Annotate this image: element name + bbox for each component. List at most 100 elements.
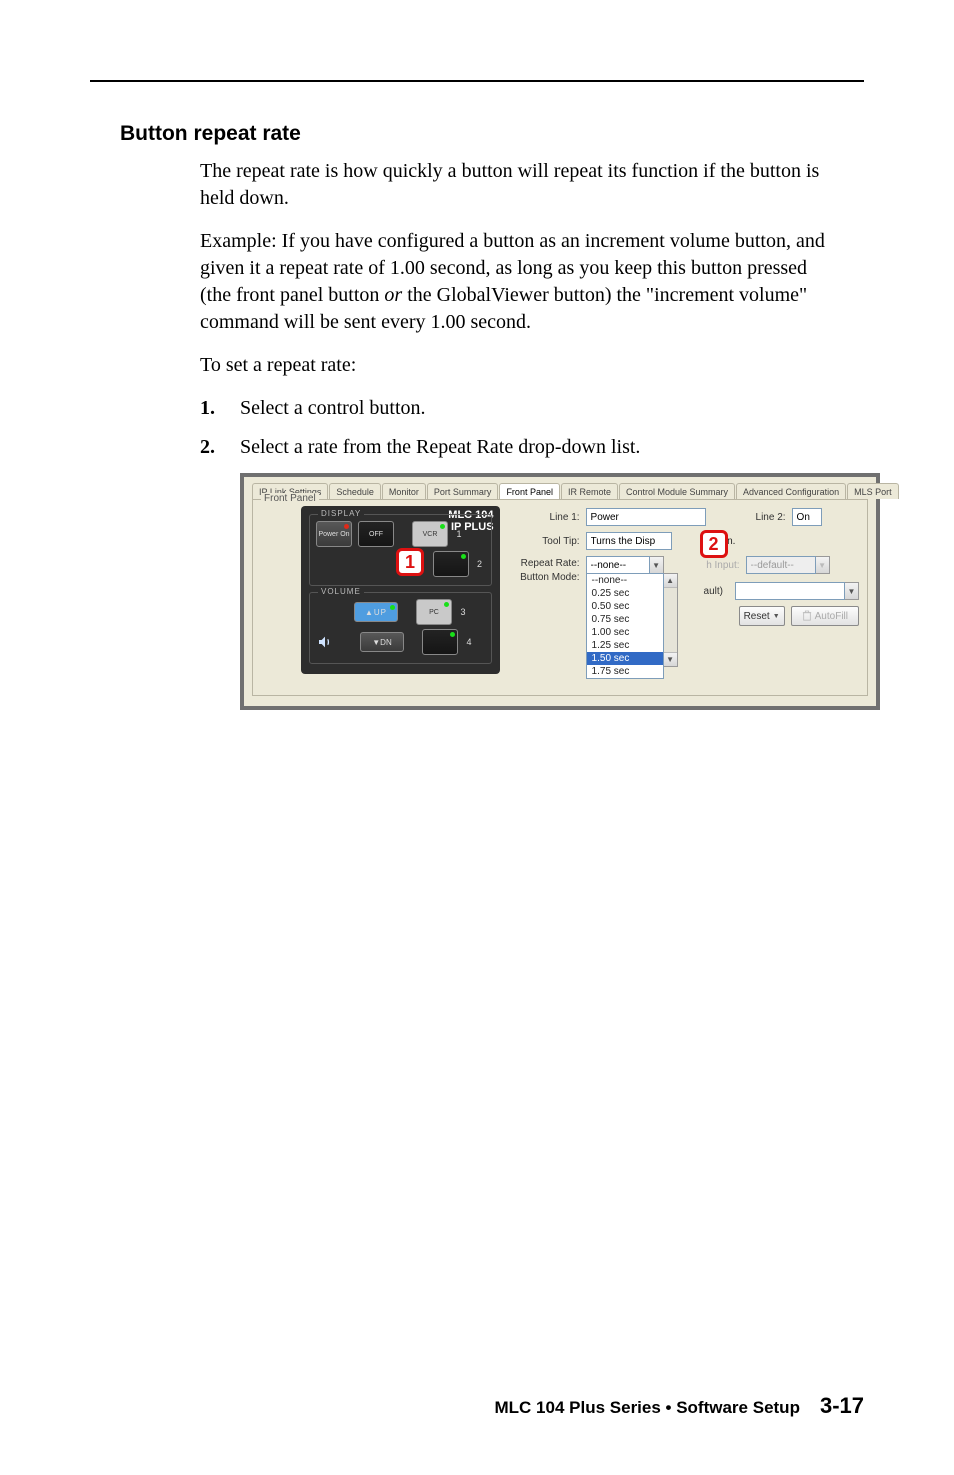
list-item[interactable]: 1.00 sec: [587, 626, 663, 639]
scroll-down-icon[interactable]: ▼: [664, 652, 677, 666]
autofill-label: AutoFill: [815, 611, 848, 622]
tab-ctrlmodsummary[interactable]: Control Module Summary: [619, 483, 735, 499]
step-1: 1. Select a control button.: [200, 395, 834, 422]
led-icon: [461, 554, 466, 559]
row-reset-autofill: Reset ▼ AutoFill: [702, 606, 859, 626]
repeatrate-combo[interactable]: ▼: [586, 556, 664, 574]
groupbox-label: Front Panel: [261, 493, 319, 504]
ault-input[interactable]: [735, 582, 845, 600]
tab-schedule[interactable]: Schedule: [329, 483, 381, 499]
pc-label: PC: [429, 609, 439, 616]
tab-irremote[interactable]: IR Remote: [561, 483, 618, 499]
front-panel-groupbox: Front Panel MLC 104 IP PLUS DISPLAY Powe…: [252, 499, 868, 696]
off-label: OFF: [369, 531, 383, 538]
repeatrate-label: Repeat Rate:: [512, 556, 580, 569]
chevron-down-icon: ▼: [816, 556, 830, 574]
scroll-up-icon[interactable]: ▲: [664, 574, 677, 588]
list-item[interactable]: 0.50 sec: [587, 600, 663, 613]
paragraph-repeat-definition: The repeat rate is how quickly a button …: [200, 158, 834, 212]
index-1: 1: [454, 529, 464, 539]
reset-button[interactable]: Reset ▼: [739, 606, 785, 626]
footer-page-number: 3-17: [820, 1393, 864, 1419]
section-heading: Button repeat rate: [120, 122, 864, 146]
footer-text: MLC 104 Plus Series • Software Setup: [495, 1398, 800, 1418]
tab-mlsport[interactable]: MLS Port: [847, 483, 899, 499]
repeatrate-display[interactable]: [586, 556, 650, 574]
volume-label: VOLUME: [318, 587, 364, 596]
callout-2: 2: [700, 530, 728, 558]
paragraph-intro-steps: To set a repeat rate:: [200, 352, 834, 379]
list-item[interactable]: 1.75 sec: [587, 665, 663, 678]
mlc-device: MLC 104 IP PLUS DISPLAY Power On OFF VCR…: [301, 506, 500, 674]
display-label: DISPLAY: [318, 509, 364, 518]
tab-frontpanel[interactable]: Front Panel: [499, 483, 560, 499]
callout-1: 1: [396, 548, 424, 576]
row-ault: ault) ▼: [702, 582, 859, 600]
list-item-selected[interactable]: 1.50 sec: [587, 652, 663, 665]
ault-combo[interactable]: ▼: [735, 582, 859, 600]
repeatrate-listbox[interactable]: --none-- 0.25 sec 0.50 sec 0.75 sec 1.00…: [586, 573, 664, 679]
off-button[interactable]: OFF: [358, 521, 394, 547]
figure-wrapper: IP Link Settings Schedule Monitor Port S…: [240, 473, 864, 710]
front-panel-figure: IP Link Settings Schedule Monitor Port S…: [240, 473, 880, 710]
volume-row2: ▼ DN 4: [316, 629, 485, 655]
ault-text: ault): [704, 586, 723, 597]
step-text: Select a control button.: [240, 395, 834, 422]
page: Button repeat rate The repeat rate is ho…: [0, 0, 954, 1475]
tab-monitor[interactable]: Monitor: [382, 483, 426, 499]
chevron-down-icon[interactable]: ▼: [650, 556, 664, 574]
vcr-label: VCR: [423, 531, 438, 538]
led-icon: [444, 602, 449, 607]
step-2: 2. Select a rate from the Repeat Rate dr…: [200, 434, 834, 461]
list-item[interactable]: 0.25 sec: [587, 587, 663, 600]
voldn-label: DN: [380, 638, 392, 647]
volup-label: UP: [374, 608, 387, 617]
volume-down-button[interactable]: ▼ DN: [360, 632, 404, 652]
row-tooltip: Tool Tip: on.: [512, 532, 859, 550]
index-3: 3: [458, 607, 468, 617]
chevron-down-icon[interactable]: ▼: [845, 582, 859, 600]
row-switchinput: h Input: ▼: [702, 556, 859, 574]
list-item[interactable]: 1.25 sec: [587, 639, 663, 652]
input-4-button[interactable]: [422, 629, 458, 655]
line2-input[interactable]: [792, 508, 822, 526]
tooltip-input-left[interactable]: [586, 532, 672, 550]
line1-label: Line 1:: [512, 512, 580, 523]
step-number: 2.: [200, 434, 240, 461]
tab-advanced[interactable]: Advanced Configuration: [736, 483, 846, 499]
switchinput-combo: ▼: [746, 556, 830, 574]
speaker-icon: [316, 633, 334, 651]
index-2: 2: [475, 559, 485, 569]
tab-portsummary[interactable]: Port Summary: [427, 483, 499, 499]
volume-row1: ▲ UP PC 3: [316, 599, 485, 625]
display-row1: Power On OFF VCR 1: [316, 521, 485, 547]
tooltip-label: Tool Tip:: [512, 536, 580, 547]
index-4: 4: [464, 637, 474, 647]
figure-row: MLC 104 IP PLUS DISPLAY Power On OFF VCR…: [261, 506, 859, 685]
volume-up-button[interactable]: ▲ UP: [354, 602, 398, 622]
vcr-button[interactable]: VCR: [412, 521, 448, 547]
autofill-button[interactable]: AutoFill: [791, 606, 859, 626]
led-icon: [390, 605, 395, 610]
led-icon: [450, 632, 455, 637]
list-item[interactable]: --none--: [587, 574, 663, 587]
autofill-icon: [802, 610, 812, 622]
buttonmode-label: Button Mode:: [512, 572, 580, 583]
switchinput-input: [746, 556, 816, 574]
switchinput-label: h Input:: [702, 560, 740, 571]
right-stack: h Input: ▼ ault): [702, 556, 859, 632]
example-or: or: [384, 284, 402, 306]
reset-label: Reset: [744, 611, 770, 622]
list-item[interactable]: 0.75 sec: [587, 613, 663, 626]
pc-button[interactable]: PC: [416, 599, 452, 625]
line1-input[interactable]: [586, 508, 706, 526]
power-on-button[interactable]: Power On: [316, 521, 352, 547]
page-footer: MLC 104 Plus Series • Software Setup 3-1…: [90, 1393, 864, 1419]
input-2-button[interactable]: [433, 551, 469, 577]
led-icon: [440, 524, 445, 529]
volume-section: VOLUME ▲ UP PC 3: [309, 592, 492, 664]
chevron-down-icon: ▼: [773, 613, 780, 620]
listbox-scrollbar[interactable]: ▲ ▼: [664, 573, 678, 667]
power-on-label: Power On: [318, 531, 349, 538]
form-column: Line 1: Line 2: Tool Tip: on.: [512, 506, 859, 685]
